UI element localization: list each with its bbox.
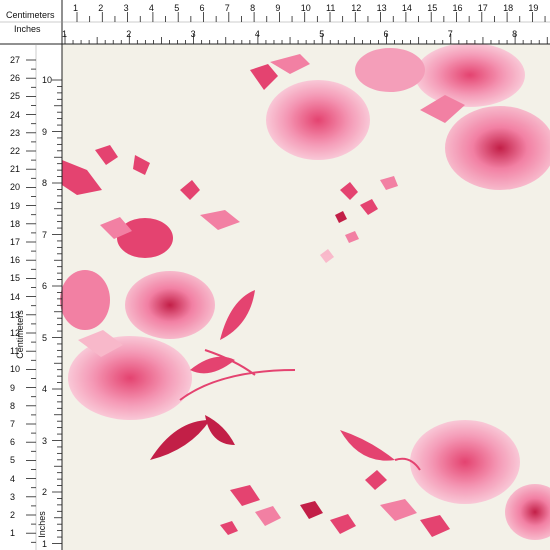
left-inch-tick-label: 4 bbox=[42, 384, 48, 394]
left-cm-tick-label: 13 bbox=[10, 309, 21, 320]
left-cm-tick-label: 26 bbox=[10, 73, 21, 84]
top-inch-tick-label: 6 bbox=[383, 29, 389, 39]
left-cm-tick-label: 3 bbox=[10, 491, 16, 502]
left-cm-tick-label: 21 bbox=[10, 164, 21, 175]
left-inch-tick-label: 3 bbox=[42, 435, 48, 446]
top-cm-tick-label: 6 bbox=[199, 3, 205, 13]
top-inch-tick-label: 3 bbox=[190, 29, 196, 39]
left-cm-tick-label: 8 bbox=[10, 400, 16, 411]
left-cm-tick-label: 5 bbox=[10, 455, 16, 466]
top-inch-tick-label: 8 bbox=[512, 29, 518, 39]
left-cm-tick-label: 9 bbox=[10, 382, 16, 393]
left-cm-tick-label: 10 bbox=[10, 364, 21, 375]
top-cm-tick-label: 7 bbox=[224, 3, 230, 13]
left-cm-tick-label: 12 bbox=[10, 328, 21, 338]
left-cm-tick-label: 27 bbox=[10, 55, 21, 65]
top-cm-tick-label: 9 bbox=[275, 3, 281, 13]
left-cm-tick-label: 20 bbox=[10, 182, 21, 193]
top-inch-tick-label: 4 bbox=[254, 29, 260, 39]
left-inch-tick-label: 5 bbox=[42, 332, 48, 343]
top-cm-tick-label: 17 bbox=[477, 3, 488, 13]
left-cm-tick-label: 11 bbox=[10, 346, 20, 357]
top-cm-tick-label: 14 bbox=[401, 3, 412, 13]
left-inch-tick-label: 7 bbox=[42, 229, 48, 240]
top-cm-tick-label: 2 bbox=[98, 3, 104, 13]
left-cm-tick-label: 17 bbox=[10, 237, 21, 247]
top-cm-tick-label: 4 bbox=[148, 3, 154, 13]
left-cm-tick-label: 15 bbox=[10, 273, 21, 284]
top-cm-tick-label: 19 bbox=[528, 3, 539, 13]
top-inch-tick-label: 2 bbox=[126, 29, 132, 39]
left-cm-tick-label: 6 bbox=[10, 437, 16, 448]
left-cm-tick-label: 23 bbox=[10, 127, 21, 138]
top-cm-tick-label: 13 bbox=[376, 3, 387, 13]
left-inches-label: Inches bbox=[36, 511, 47, 538]
left-cm-tick-label: 1 bbox=[10, 528, 16, 539]
top-centimeters-label: Centimeters bbox=[6, 10, 55, 20]
top-cm-tick-label: 1 bbox=[73, 3, 79, 13]
top-cm-tick-label: 16 bbox=[452, 3, 463, 13]
top-cm-tick-label: 8 bbox=[250, 3, 256, 13]
left-cm-tick-label: 16 bbox=[10, 255, 21, 266]
fabric-swatch-view: Centimeters Inches Centimeters Inches 12… bbox=[0, 0, 550, 550]
left-inch-tick-label: 1 bbox=[42, 538, 48, 549]
top-cm-tick-label: 5 bbox=[174, 3, 180, 13]
left-inch-tick-label: 10 bbox=[42, 75, 53, 85]
left-cm-tick-label: 18 bbox=[10, 218, 21, 229]
top-cm-tick-label: 11 bbox=[326, 3, 336, 13]
left-cm-tick-label: 7 bbox=[10, 419, 16, 429]
top-cm-tick-label: 12 bbox=[351, 3, 362, 13]
top-cm-tick-label: 10 bbox=[300, 3, 311, 13]
top-inch-tick-label: 7 bbox=[447, 29, 453, 39]
top-cm-tick-label: 3 bbox=[123, 3, 129, 13]
left-cm-tick-label: 22 bbox=[10, 146, 21, 156]
left-inch-tick-label: 6 bbox=[42, 281, 48, 291]
left-inch-tick-label: 8 bbox=[42, 178, 48, 188]
left-cm-tick-label: 24 bbox=[10, 109, 21, 120]
floral-fabric-print bbox=[0, 0, 550, 550]
left-cm-tick-label: 25 bbox=[10, 91, 21, 102]
left-cm-tick-label: 4 bbox=[10, 473, 16, 484]
left-cm-tick-label: 2 bbox=[10, 510, 16, 520]
top-cm-tick-label: 15 bbox=[427, 3, 438, 13]
top-cm-tick-label: 18 bbox=[503, 3, 514, 13]
left-inch-tick-label: 2 bbox=[42, 487, 48, 497]
top-inch-tick-label: 5 bbox=[319, 29, 325, 39]
left-cm-tick-label: 19 bbox=[10, 200, 21, 211]
top-inch-tick-label: 1 bbox=[62, 29, 68, 39]
left-inch-tick-label: 9 bbox=[42, 126, 48, 137]
top-inches-label: Inches bbox=[14, 24, 41, 34]
left-cm-tick-label: 14 bbox=[10, 291, 21, 302]
